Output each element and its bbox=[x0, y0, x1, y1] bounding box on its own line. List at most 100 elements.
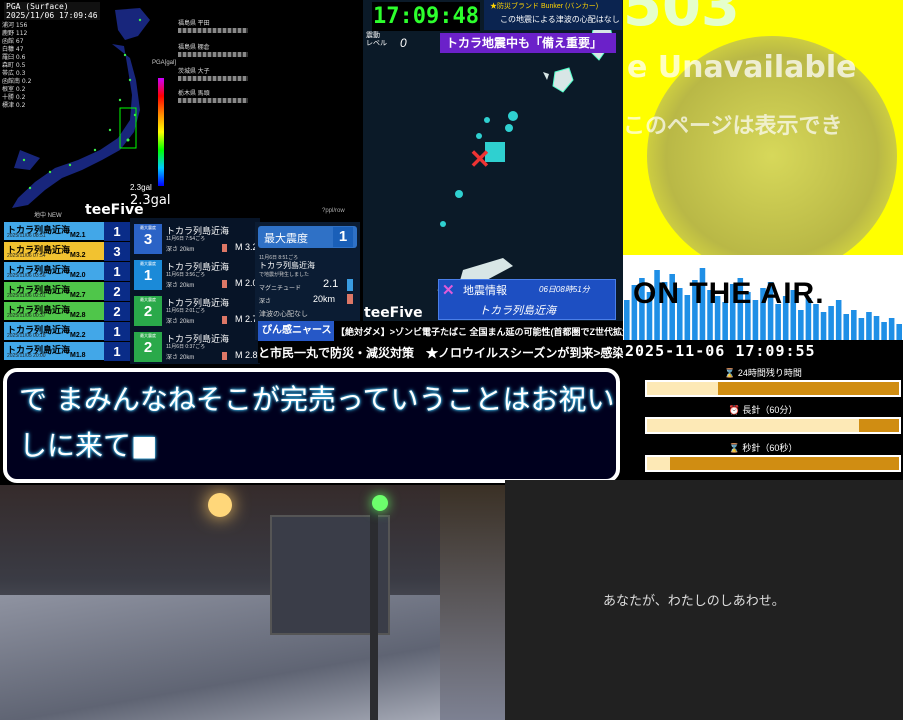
eq-scale: 2 bbox=[104, 302, 130, 321]
eq-magnitude: M3.2 bbox=[70, 252, 86, 259]
teefive-logo: teeFive bbox=[85, 202, 144, 218]
eq-scale: 1 bbox=[104, 342, 130, 361]
pga-url: ?ppl/row bbox=[322, 208, 345, 214]
teefive-logo-map: teeFive bbox=[364, 305, 423, 321]
quote-text: あなたが、わたしのしあわせ。 bbox=[603, 594, 785, 609]
depth-bar bbox=[347, 294, 353, 304]
card-intensity-badge: 最大震度 1 bbox=[134, 260, 162, 290]
unavailable-panel: 503 e Unavailable このページは表示でき bbox=[623, 0, 903, 282]
eq-date: 2025/11/06 02:01 bbox=[7, 293, 46, 299]
earthquake-list-item: トカラ列島近海 2025/11/06 08:51 M2.1 1 bbox=[4, 222, 130, 241]
progress-bar-second bbox=[645, 455, 901, 472]
card-magnitude: M 2.8 bbox=[235, 350, 258, 360]
shindo-level-value: 0 bbox=[400, 36, 407, 50]
eq-magnitude: M2.7 bbox=[70, 292, 86, 299]
shindo-level-label: 震動 レベル bbox=[366, 32, 387, 47]
subtitle-panel: で まみんなねそこが完売っていうことはお祝い しに来て■ bbox=[0, 364, 623, 485]
earthquake-card: 最大震度 2 トカラ列島近海 11月6日 2:01ごろ 深さ 20km M 2.7 bbox=[132, 294, 258, 328]
earthquake-list-item: トカラ列島近海 2025/11/06 03:56 M2.0 1 bbox=[4, 262, 130, 281]
magnitude-bar bbox=[347, 279, 353, 291]
visualizer-bar bbox=[828, 306, 834, 340]
station-item: 浦河 156 bbox=[2, 22, 28, 29]
card-depth-bar bbox=[222, 352, 227, 360]
card-depth: 深さ 20km bbox=[166, 319, 195, 325]
eq-date: 2025/11/06 03:56 bbox=[7, 273, 46, 279]
earthquake-list-item: トカラ列島近海 2025/11/05 20:00 M1.8 1 bbox=[4, 342, 130, 361]
street-road bbox=[0, 595, 505, 720]
card-intensity-value: 3 bbox=[143, 231, 153, 248]
card-intensity-badge: 最大震度 3 bbox=[134, 224, 162, 254]
card-intensity-value: 2 bbox=[143, 339, 153, 356]
card-depth: 深さ 20km bbox=[166, 247, 195, 253]
tsunami-status: 津波の心配なし bbox=[259, 311, 308, 318]
card-intensity-value: 2 bbox=[143, 303, 153, 320]
earthquake-list: トカラ列島近海 2025/11/06 08:51 M2.1 1 トカラ列島近海 2025/… bbox=[4, 222, 130, 362]
visualizer-bar bbox=[888, 318, 895, 340]
japan-map-graphic bbox=[12, 8, 150, 208]
progress-label: ⌛ 24時間残り時間 bbox=[724, 368, 802, 378]
magnitude-value: 2.1 bbox=[323, 278, 339, 290]
progress-bar-minute bbox=[645, 417, 901, 434]
station-item: 函館南 0.2 bbox=[2, 78, 32, 85]
headline-banner: トカラ地震中も「備え重要」 bbox=[440, 33, 616, 53]
tsunami-note: この地震による津波の心配はなし bbox=[500, 15, 620, 24]
eq-date: 2025/11/06 08:51 bbox=[7, 233, 46, 239]
time-panel: ⌛ 24時間残り時間 ⏰ 長針（60分） ⌛ 秒針（60秒） bbox=[623, 340, 903, 480]
ticker-tag: ぴん感ニャース bbox=[258, 321, 334, 341]
card-depth-bar bbox=[222, 244, 227, 252]
eq-magnitude: M2.2 bbox=[70, 332, 86, 339]
visualizer-bar bbox=[798, 310, 804, 340]
max-intensity-header: 最大震度 1 bbox=[258, 226, 357, 248]
gal-small: 2.3gal bbox=[130, 183, 152, 192]
card-depth: 深さ 20km bbox=[166, 355, 195, 361]
earthquake-list-item: トカラ列島近海 2025/11/06 07:54 M3.2 3 bbox=[4, 242, 130, 261]
eq-scale: 3 bbox=[104, 242, 130, 261]
visualizer-bar bbox=[843, 314, 850, 340]
eq-magnitude: M1.8 bbox=[70, 352, 86, 359]
eq-magnitude: M2.0 bbox=[70, 272, 86, 279]
eqinfo-title: 地震情報 bbox=[463, 285, 507, 297]
new-tag: 地中 NEW bbox=[34, 213, 62, 219]
eqinfo-time: 06日08時51分 bbox=[539, 285, 590, 294]
station-item: 森町 0.5 bbox=[2, 62, 26, 69]
earthquake-card: 最大震度 1 トカラ列島近海 11月6日 3:56ごろ 深さ 20km M 2.0 bbox=[132, 258, 258, 292]
bunker-banner: ★防災ブランド Bunker (バンカー) この地震による津波の心配はなし bbox=[484, 0, 622, 30]
eq-date: 2025/11/06 00:37 bbox=[7, 313, 46, 319]
news-ticker-top: ぴん感ニャース 【絶対ダメ】>ゾンビ電子たばこ 全国まん延の可能性(首都圏でZ世… bbox=[258, 321, 648, 341]
pga-title: PGA (Surface) 2025/11/06 17:09:46 bbox=[4, 2, 100, 20]
on-air-text: ON THE AIR. bbox=[633, 277, 825, 310]
eq-magnitude: M2.8 bbox=[70, 312, 86, 319]
max-intensity-place: トカラ列島近海 bbox=[259, 261, 315, 270]
epicenter-marker-icon: ✕ bbox=[442, 282, 455, 299]
earthquake-cards: 最大震度 3 トカラ列島近海 11月6日 7:54ごろ 深さ 20km M 3.2 最大震度… bbox=[130, 218, 260, 366]
news-ticker-bottom: と市民一丸で防災・減災対策 ★ノロウイルスシーズンが到来>感染 bbox=[258, 341, 624, 363]
spot-label: 茨城県 大子 bbox=[178, 66, 248, 81]
spot-label: 栃木県 馬頭 bbox=[178, 88, 248, 103]
eq-scale: 1 bbox=[104, 262, 130, 281]
card-depth-bar bbox=[222, 316, 227, 324]
eq-scale: 2 bbox=[104, 282, 130, 301]
pga-scale-label: PGA[gal] bbox=[152, 60, 177, 66]
spot-label: 福島県 棚倉 bbox=[178, 42, 248, 57]
visualizer-bar bbox=[820, 312, 827, 340]
epicenter-x-icon: ✕ bbox=[469, 144, 491, 174]
station-item: 帯広 0.3 bbox=[2, 70, 26, 77]
station-list: 浦河 156 鹿野 112 函館 67 白糠 47 羅臼 0.6 森町 0.5 帯広 0.3… bbox=[2, 22, 31, 110]
card-intensity-value: 1 bbox=[143, 267, 153, 284]
eq-magnitude: M2.1 bbox=[70, 232, 86, 239]
progress-bar-24h bbox=[645, 380, 901, 397]
earthquake-card: 最大震度 3 トカラ列島近海 11月6日 7:54ごろ 深さ 20km M 3.2 bbox=[132, 222, 258, 256]
card-intensity-badge: 最大震度 2 bbox=[134, 296, 162, 326]
eq-date: 2025/11/05 20:00 bbox=[7, 353, 46, 359]
error-title: e Unavailable bbox=[627, 50, 857, 85]
progress-label: ⏰ 長針（60分） bbox=[728, 405, 798, 415]
eq-date: 2025/11/06 07:54 bbox=[7, 253, 46, 259]
traffic-signal bbox=[372, 495, 388, 511]
visualizer-bar bbox=[896, 324, 902, 340]
card-time: 11月6日 7:54ごろ bbox=[166, 236, 206, 242]
subtitle-line: しに来て■ bbox=[19, 429, 158, 462]
quote-panel: あなたが、わたしのしあわせ。 bbox=[505, 480, 903, 720]
ticker-text: 【絶対ダメ】>ゾンビ電子たばこ 全国まん延の可能性(首都圏でZ世代拡大か?) bbox=[336, 327, 649, 337]
station-item: 白糠 47 bbox=[2, 46, 24, 53]
card-depth: 深さ 20km bbox=[166, 283, 195, 289]
